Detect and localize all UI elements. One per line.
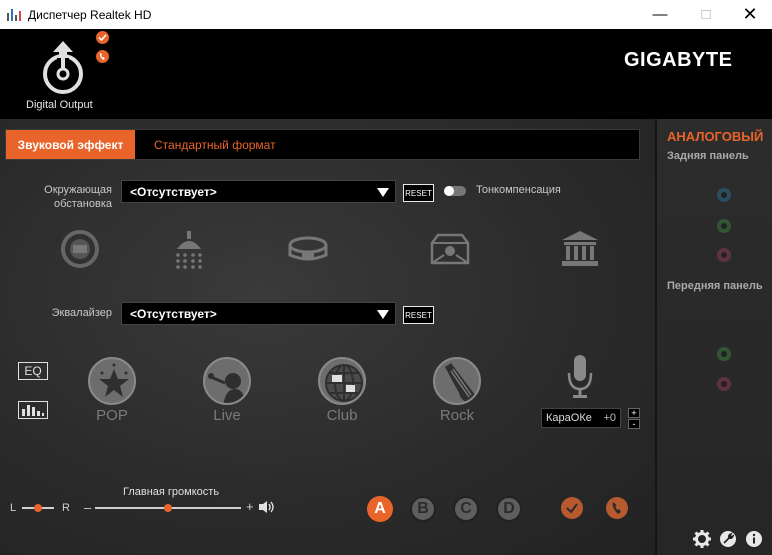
minimize-button[interactable]: —	[637, 0, 683, 29]
digital-output-button[interactable]	[41, 38, 85, 94]
arena-icon[interactable]	[288, 229, 328, 269]
preset-pop[interactable]: POP	[85, 357, 139, 427]
karaoke-label: КараОКе	[546, 412, 592, 424]
preset-club-label: Club	[326, 407, 358, 424]
status-check-icon	[96, 31, 109, 44]
minimize-icon: —	[652, 6, 668, 23]
close-icon: ✕	[742, 4, 758, 24]
rear-jack-blue[interactable]	[717, 188, 731, 202]
volume-plus-icon[interactable]: +	[246, 499, 254, 514]
tab-bar: Звуковой эффект Стандартный формат	[5, 129, 640, 160]
profile-a-button[interactable]: A	[367, 496, 393, 522]
check-icon	[566, 503, 578, 514]
loudness-label: Тонкомпенсация	[476, 184, 561, 196]
preset-club[interactable]: Club	[315, 357, 369, 427]
main-panel: Звуковой эффект Стандартный формат Окруж…	[0, 119, 655, 555]
front-jack-green[interactable]	[717, 347, 731, 361]
profile-c-button[interactable]: C	[453, 496, 479, 522]
graphic-eq-icon	[18, 401, 48, 419]
profile-b-button[interactable]: B	[410, 496, 436, 522]
close-button[interactable]: ✕	[727, 0, 772, 29]
equalizer-selected-value: <Отсутствует>	[130, 306, 217, 321]
analog-title: АНАЛОГОВЫЙ	[667, 129, 764, 144]
tab-sound-effect[interactable]: Звуковой эффект	[6, 130, 135, 159]
karaoke-plus-button[interactable]: +	[628, 408, 640, 418]
dropdown-arrow-icon	[377, 310, 389, 319]
front-jack-pink[interactable]	[717, 377, 731, 391]
graphic-eq-button[interactable]	[18, 401, 48, 419]
balance-right-label: R	[62, 502, 70, 514]
preset-live[interactable]: Live	[200, 357, 254, 427]
preset-live-label: Live	[213, 407, 241, 424]
dropdown-arrow-icon	[377, 188, 389, 197]
phone-button[interactable]	[606, 497, 628, 519]
balance-left-label: L	[10, 502, 17, 514]
disco-ball-icon	[325, 364, 363, 402]
rear-panel-label: Задняя панель	[667, 150, 749, 162]
shower-icon[interactable]	[169, 229, 209, 269]
equalizer-select[interactable]: <Отсутствует>	[121, 302, 396, 325]
star-icon	[99, 363, 129, 397]
auditorium-icon[interactable]	[560, 229, 600, 269]
confirm-check-button[interactable]	[561, 497, 583, 519]
main-volume-knob[interactable]	[164, 504, 172, 512]
analog-panel: АНАЛОГОВЫЙ Задняя панель Передняя панель	[657, 119, 772, 555]
rear-jack-green[interactable]	[717, 219, 731, 233]
loudness-toggle[interactable]	[444, 186, 466, 196]
balance-slider-knob[interactable]	[34, 504, 42, 512]
info-icon[interactable]	[745, 530, 763, 548]
window-title: Диспетчер Realtek HD	[28, 7, 152, 22]
settings-gear-icon[interactable]	[693, 530, 711, 548]
main-volume-label: Главная громкость	[123, 486, 220, 498]
eq-button[interactable]: EQ	[18, 362, 48, 380]
rear-jack-pink[interactable]	[717, 248, 731, 262]
stone-corridor-icon[interactable]	[60, 229, 100, 269]
room-icon[interactable]	[430, 229, 470, 269]
environment-selected-value: <Отсутствует>	[130, 184, 217, 199]
maximize-button[interactable]: □	[683, 0, 729, 29]
header: Digital Output GIGABYTE	[0, 29, 772, 124]
preset-pop-label: POP	[96, 407, 128, 424]
volume-minus-icon[interactable]: –	[84, 500, 91, 515]
tab-default-format[interactable]: Стандартный формат	[154, 130, 276, 159]
environment-label: Окружающая обстановка	[44, 184, 112, 210]
front-panel-label: Передняя панель	[667, 280, 763, 292]
environment-select[interactable]: <Отсутствует>	[121, 180, 396, 203]
digital-output-label: Digital Output	[26, 99, 93, 111]
karaoke-box: КараОКе +0	[541, 408, 621, 428]
brand-logo: GIGABYTE	[624, 49, 733, 71]
karaoke-minus-button[interactable]: -	[628, 419, 640, 429]
realtek-app-icon	[6, 7, 22, 23]
profile-d-button[interactable]: D	[496, 496, 522, 522]
title-bar: Диспетчер Realtek HD — □ ✕	[0, 0, 772, 29]
preset-rock[interactable]: Rock	[430, 357, 484, 427]
singer-icon	[208, 373, 245, 403]
environment-reset-button[interactable]: RESET	[403, 184, 434, 202]
preset-rock-label: Rock	[439, 407, 475, 424]
guitar-icon	[445, 363, 476, 403]
equalizer-label: Эквалайзер	[51, 307, 112, 319]
karaoke-value: +0	[603, 412, 616, 424]
phone-icon	[612, 502, 621, 514]
wrench-tool-icon[interactable]	[719, 530, 737, 548]
digital-output-icon	[43, 41, 83, 94]
equalizer-reset-button[interactable]: RESET	[403, 306, 434, 324]
speaker-icon[interactable]	[258, 500, 276, 514]
maximize-icon: □	[701, 6, 711, 23]
status-phone-icon	[96, 50, 109, 63]
microphone-icon	[566, 355, 594, 399]
